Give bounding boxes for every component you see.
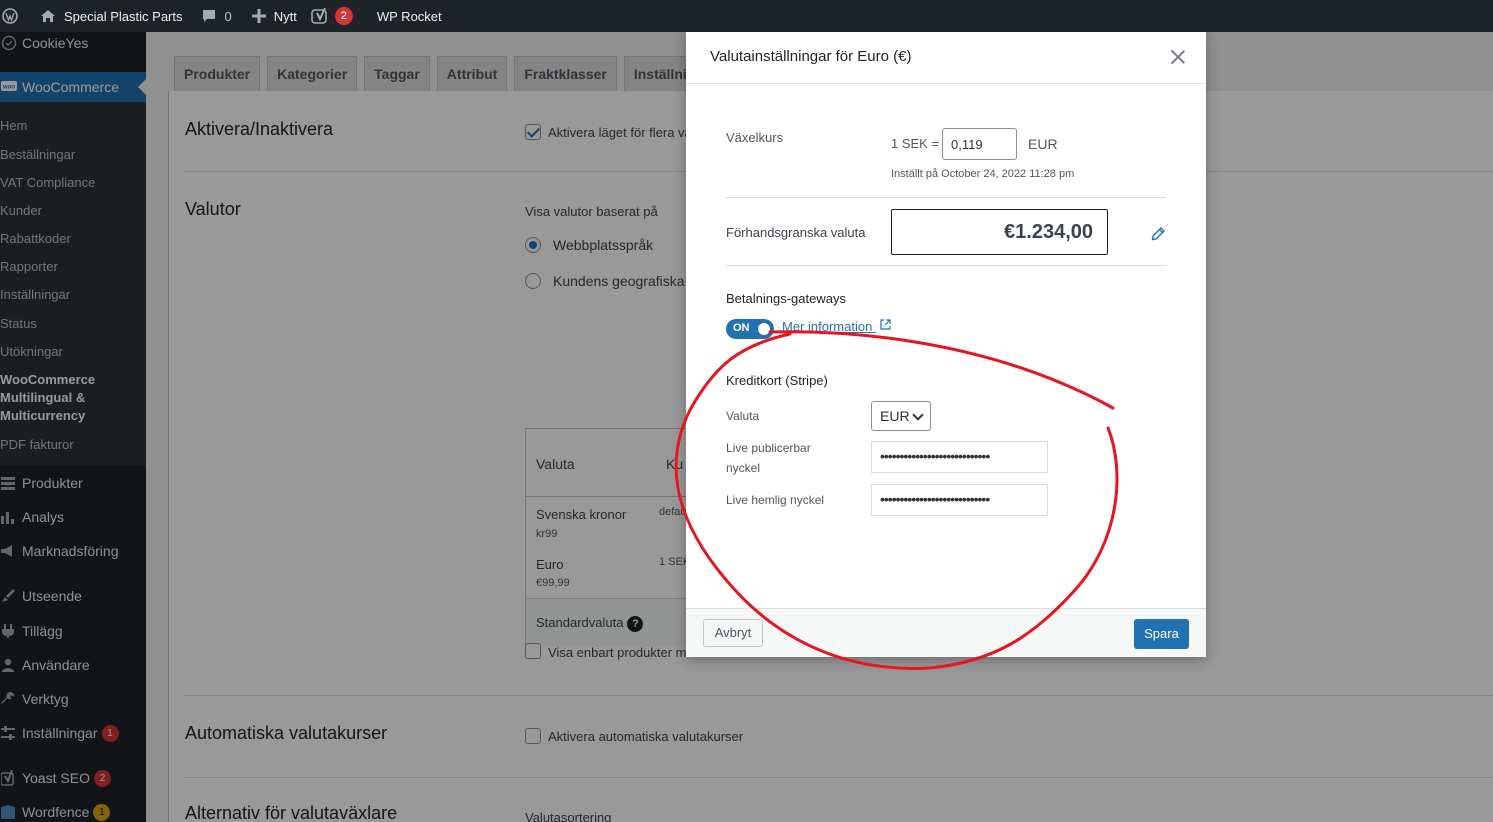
more-info-link[interactable]: Mer information: [782, 319, 891, 334]
rate-set-at: Inställt på October 24, 2022 11:28 pm: [891, 168, 1075, 180]
wp-rocket-link[interactable]: WP Rocket: [361, 0, 450, 32]
admin-bar: Special Plastic Parts 0 Nytt 2 WP Rocket: [0, 0, 1493, 32]
exchange-rate-label: Växelkurs: [726, 130, 784, 145]
modal-footer: Avbryt Spara: [686, 608, 1206, 657]
preview-currency-value: €1.234,00: [891, 209, 1108, 255]
new-label: Nytt: [273, 8, 297, 24]
toggle-knob: [756, 321, 772, 337]
live-publishable-label-line2: nyckel: [726, 461, 761, 475]
yoast-icon: [311, 7, 327, 24]
more-info-text: Mer information: [782, 319, 873, 334]
rate-suffix: EUR: [1028, 136, 1058, 152]
live-publishable-label-line1: Live publicerbar: [726, 441, 811, 455]
site-name: Special Plastic Parts: [64, 8, 183, 24]
external-link-icon: [880, 319, 891, 330]
gateway-currency-label: Valuta: [726, 409, 760, 423]
comment-icon: [202, 10, 215, 22]
gateways-title: Betalnings-gateways: [726, 291, 846, 306]
cancel-button[interactable]: Avbryt: [703, 619, 763, 647]
rate-prefix: 1 SEK =: [891, 136, 940, 151]
gateway-currency-select[interactable]: EUR: [871, 401, 931, 431]
save-button[interactable]: Spara: [1134, 619, 1189, 649]
currency-settings-modal: Valutainställningar för Euro (€) Växelku…: [686, 31, 1206, 657]
comments-count: 0: [224, 8, 232, 24]
modal-header: Valutainställningar för Euro (€): [686, 31, 1206, 84]
exchange-rate-input[interactable]: [942, 128, 1017, 160]
close-icon[interactable]: [1168, 47, 1188, 67]
edit-pencil-icon[interactable]: [1151, 226, 1166, 244]
new-content-link[interactable]: Nytt: [240, 0, 305, 32]
plus-icon: [251, 9, 266, 23]
wordpress-icon: [2, 8, 18, 24]
modal-title: Valutainställningar för Euro (€): [710, 48, 912, 65]
preview-currency-label: Förhandsgranska valuta: [726, 225, 866, 240]
divider: [726, 197, 1166, 198]
gateway-currency-value: EUR: [880, 408, 910, 424]
gateways-toggle[interactable]: ON: [726, 319, 774, 339]
wp-rocket-label: WP Rocket: [376, 8, 442, 24]
chevron-down-icon: [912, 409, 924, 421]
yoast-count-badge: 2: [334, 7, 353, 25]
live-publishable-key-input[interactable]: ••••••••••••••••••••••••••••: [871, 441, 1048, 473]
yoast-adminbar-link[interactable]: 2: [305, 0, 361, 32]
wordpress-logo-button[interactable]: [0, 0, 26, 32]
comments-link[interactable]: 0: [191, 0, 240, 32]
live-secret-label: Live hemlig nyckel: [726, 493, 825, 507]
site-name-link[interactable]: Special Plastic Parts: [26, 0, 191, 32]
home-icon: [41, 10, 55, 22]
toggle-label: ON: [733, 322, 750, 334]
stripe-title: Kreditkort (Stripe): [726, 373, 828, 388]
live-secret-key-input[interactable]: ••••••••••••••••••••••••••••: [871, 484, 1048, 516]
divider: [726, 265, 1166, 266]
